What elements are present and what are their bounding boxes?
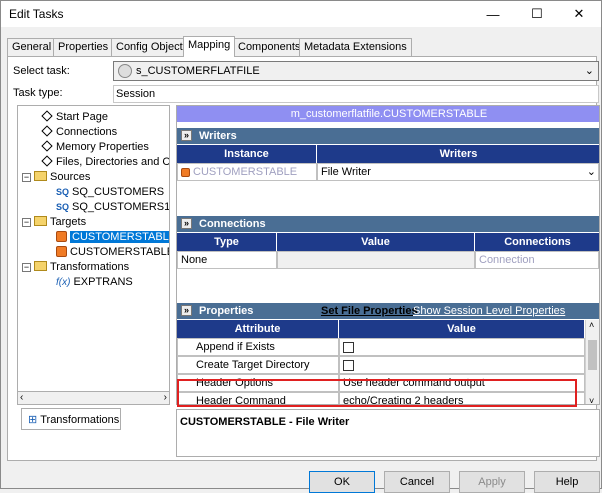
col-attribute: Attribute: [177, 320, 339, 338]
writer-select[interactable]: File Writer ⌄: [317, 163, 599, 181]
collapse-icon[interactable]: »: [181, 130, 192, 141]
mapping-panel: m_customerflatfile.CUSTOMERSTABLE » Writ…: [176, 105, 600, 405]
help-button[interactable]: Help: [534, 471, 600, 493]
folder-icon: [34, 261, 47, 271]
task-type-label: Task type:: [13, 87, 63, 99]
tab-config-object[interactable]: Config Object: [111, 38, 188, 56]
folder-icon: [34, 171, 47, 181]
diamond-icon: [41, 125, 53, 137]
col-writers: Writers: [317, 145, 599, 163]
close-icon: ✕: [573, 6, 585, 21]
select-task-dropdown[interactable]: s_CUSTOMERFLATFILE ⌄: [113, 61, 599, 81]
scroll-right-icon[interactable]: ›: [164, 392, 167, 403]
create-target-directory-value: [339, 356, 585, 374]
cancel-button[interactable]: Cancel: [384, 471, 450, 493]
target-icon: [181, 168, 190, 177]
tree-item-start-page[interactable]: Start Page: [40, 110, 108, 125]
selected-info: CUSTOMERSTABLE - File Writer: [176, 409, 600, 457]
tree-item-sq-customers1[interactable]: SQ SQ_CUSTOMERS1: [56, 200, 169, 215]
properties-vertical-scrollbar[interactable]: ˄ ˅: [585, 320, 599, 404]
collapse-icon[interactable]: −: [22, 263, 31, 272]
tree-item-customerstable[interactable]: CUSTOMERSTABLE: [56, 230, 169, 245]
append-if-exists-checkbox[interactable]: [343, 342, 354, 353]
ok-button[interactable]: OK: [309, 471, 375, 493]
close-button[interactable]: ✕: [557, 1, 601, 27]
apply-button[interactable]: Apply: [459, 471, 525, 493]
diamond-icon: [41, 110, 53, 122]
collapse-icon[interactable]: −: [22, 218, 31, 227]
tree-item-transformations[interactable]: − Transformations: [22, 260, 129, 275]
col-instance: Instance: [177, 145, 317, 163]
col-type: Type: [177, 233, 277, 251]
tree-item-files-directories[interactable]: Files, Directories and Com: [40, 155, 169, 170]
tree-item-sq-customers[interactable]: SQ SQ_CUSTOMERS: [56, 185, 164, 200]
edit-tasks-dialog: Edit Tasks — ☐ ✕ General Properties Conf…: [0, 0, 602, 493]
connection-type-cell[interactable]: None: [177, 251, 277, 269]
collapse-icon[interactable]: »: [181, 218, 192, 229]
mapping-title: m_customerflatfile.CUSTOMERSTABLE: [177, 106, 599, 122]
maximize-button[interactable]: ☐: [515, 1, 559, 27]
tab-metadata-extensions[interactable]: Metadata Extensions: [299, 38, 412, 56]
source-qualifier-icon: SQ: [56, 202, 70, 212]
tree-item-customerstable1[interactable]: CUSTOMERSTABLE1: [56, 245, 169, 260]
folder-icon: [34, 216, 47, 226]
tree-item-targets[interactable]: − Targets: [22, 215, 86, 230]
tree-item-memory-properties[interactable]: Memory Properties: [40, 140, 149, 155]
chevron-down-icon: ⌄: [586, 166, 596, 178]
writer-instance-cell: CUSTOMERSTABLE: [177, 163, 317, 181]
tree-item-exptrans[interactable]: f(x) EXPTRANS: [56, 275, 133, 290]
session-icon: [118, 64, 132, 78]
tab-general[interactable]: General: [7, 38, 57, 56]
window-title: Edit Tasks: [9, 7, 64, 21]
col-value: Value: [277, 233, 475, 251]
minimize-button[interactable]: —: [471, 1, 515, 27]
append-if-exists-value: [339, 338, 585, 356]
collapse-icon[interactable]: »: [181, 305, 192, 316]
attr-append-if-exists: Append if Exists: [177, 338, 339, 356]
expression-icon: f(x): [56, 277, 71, 288]
scroll-up-icon[interactable]: ˄: [589, 320, 594, 330]
chevron-down-icon: ⌄: [584, 65, 594, 77]
connections-section-header[interactable]: » Connections: [177, 216, 599, 232]
tab-properties[interactable]: Properties: [53, 38, 114, 56]
connection-value-cell: [277, 251, 475, 269]
transformations-icon: ⊞: [28, 414, 38, 426]
scroll-left-icon[interactable]: ‹: [20, 392, 23, 403]
source-qualifier-icon: SQ: [56, 187, 70, 197]
tree-item-sources[interactable]: − Sources: [22, 170, 90, 185]
collapse-icon[interactable]: −: [22, 173, 31, 182]
set-file-properties-link[interactable]: Set File Properties: [321, 303, 418, 319]
tree-horizontal-scrollbar[interactable]: ‹ ›: [17, 391, 170, 405]
target-icon: [56, 246, 67, 257]
diamond-icon: [41, 155, 53, 167]
task-type-field: Session: [113, 85, 599, 103]
create-target-directory-checkbox[interactable]: [343, 360, 354, 371]
title-bar: Edit Tasks — ☐ ✕: [1, 1, 601, 27]
show-session-level-properties-link[interactable]: Show Session Level Properties: [413, 303, 565, 319]
connection-cell: Connection: [475, 251, 599, 269]
transformations-tab[interactable]: ⊞ Transformations: [21, 408, 121, 430]
writers-section-header[interactable]: » Writers: [177, 128, 599, 144]
highlight-annotation: [177, 379, 577, 407]
tab-mapping[interactable]: Mapping: [183, 36, 236, 57]
diamond-icon: [41, 140, 53, 152]
attr-create-target-directory: Create Target Directory: [177, 356, 339, 374]
col-connections: Connections: [475, 233, 599, 251]
select-task-value: s_CUSTOMERFLATFILE: [136, 65, 260, 77]
maximize-icon: ☐: [531, 6, 543, 21]
tab-components[interactable]: Components: [233, 38, 306, 56]
task-type-value: Session: [116, 88, 156, 100]
navigator-tree: Start Page Connections Memory Properties…: [17, 105, 170, 405]
tree-item-connections[interactable]: Connections: [40, 125, 117, 140]
target-icon: [56, 231, 67, 242]
select-task-label: Select task:: [13, 65, 70, 77]
minimize-icon: —: [486, 6, 500, 22]
scroll-thumb[interactable]: [588, 340, 597, 370]
col-attr-value: Value: [339, 320, 585, 338]
scroll-down-icon[interactable]: ˅: [589, 396, 594, 404]
